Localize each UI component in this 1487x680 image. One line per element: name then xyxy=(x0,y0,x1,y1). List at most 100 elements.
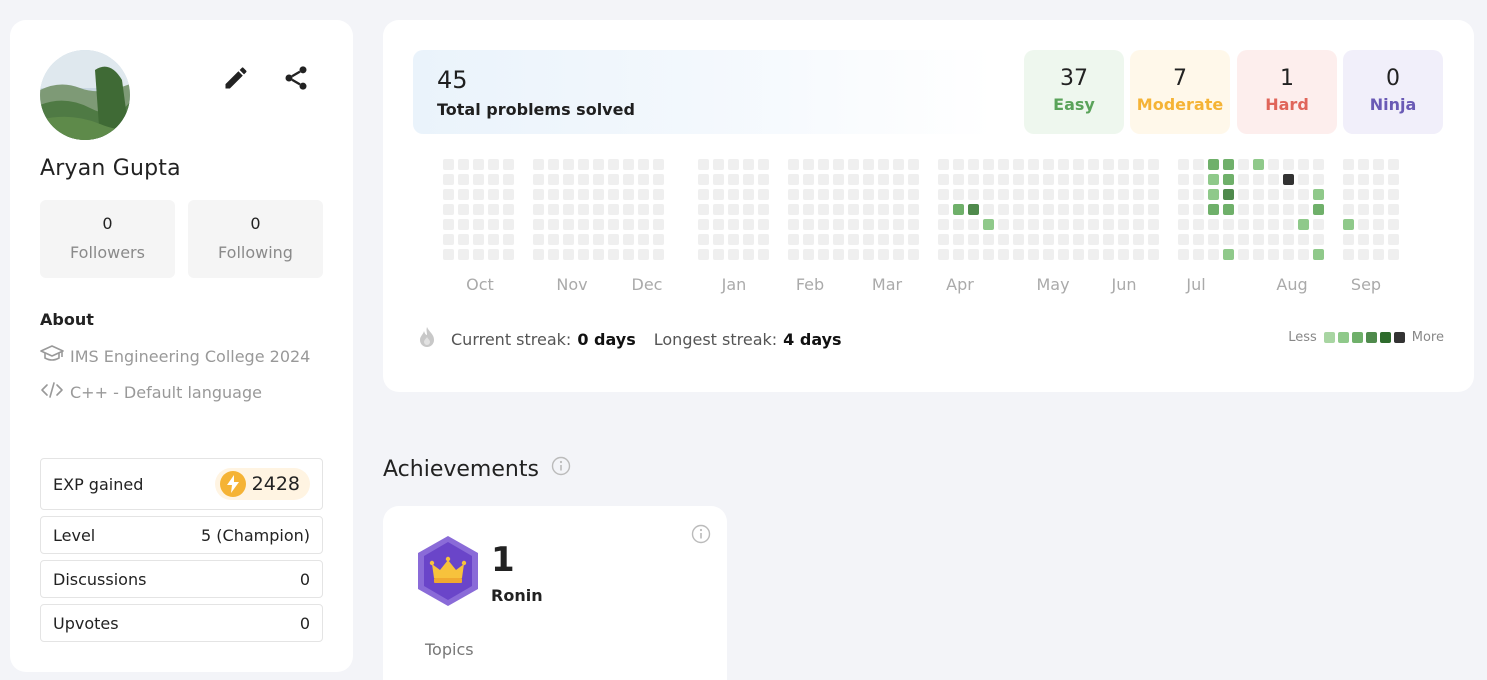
heatmap-cell[interactable] xyxy=(1298,204,1309,215)
heatmap-cell[interactable] xyxy=(1103,159,1114,170)
heatmap-cell[interactable] xyxy=(623,174,634,185)
heatmap-cell[interactable] xyxy=(1223,189,1234,200)
heatmap-cell[interactable] xyxy=(818,249,829,260)
heatmap-cell[interactable] xyxy=(818,204,829,215)
heatmap-cell[interactable] xyxy=(1253,159,1264,170)
heatmap-cell[interactable] xyxy=(908,219,919,230)
heatmap-cell[interactable] xyxy=(983,204,994,215)
heatmap-cell[interactable] xyxy=(713,249,724,260)
heatmap-cell[interactable] xyxy=(1283,174,1294,185)
heatmap-cell[interactable] xyxy=(623,204,634,215)
heatmap-cell[interactable] xyxy=(533,204,544,215)
heatmap-cell[interactable] xyxy=(503,249,514,260)
heatmap-cell[interactable] xyxy=(1028,174,1039,185)
heatmap-cell[interactable] xyxy=(1313,159,1324,170)
heatmap-cell[interactable] xyxy=(728,174,739,185)
heatmap-cell[interactable] xyxy=(728,249,739,260)
heatmap-cell[interactable] xyxy=(1178,174,1189,185)
heatmap-cell[interactable] xyxy=(803,234,814,245)
heatmap-cell[interactable] xyxy=(548,219,559,230)
heatmap-cell[interactable] xyxy=(488,174,499,185)
heatmap-cell[interactable] xyxy=(863,234,874,245)
heatmap-cell[interactable] xyxy=(833,204,844,215)
heatmap-cell[interactable] xyxy=(1193,159,1204,170)
heatmap-cell[interactable] xyxy=(608,234,619,245)
followers-box[interactable]: 0 Followers xyxy=(40,200,175,278)
heatmap-cell[interactable] xyxy=(1013,189,1024,200)
heatmap-cell[interactable] xyxy=(1358,159,1369,170)
heatmap-cell[interactable] xyxy=(983,219,994,230)
heatmap-cell[interactable] xyxy=(1013,174,1024,185)
heatmap-cell[interactable] xyxy=(608,249,619,260)
heatmap-cell[interactable] xyxy=(503,219,514,230)
heatmap-cell[interactable] xyxy=(1343,204,1354,215)
heatmap-cell[interactable] xyxy=(1208,159,1219,170)
heatmap-cell[interactable] xyxy=(938,234,949,245)
heatmap-cell[interactable] xyxy=(953,219,964,230)
heatmap-cell[interactable] xyxy=(878,159,889,170)
heatmap-cell[interactable] xyxy=(1058,189,1069,200)
heatmap-cell[interactable] xyxy=(458,249,469,260)
heatmap-cell[interactable] xyxy=(938,219,949,230)
heatmap-cell[interactable] xyxy=(563,189,574,200)
info-icon[interactable] xyxy=(691,524,711,548)
heatmap-cell[interactable] xyxy=(1223,219,1234,230)
heatmap-cell[interactable] xyxy=(1268,174,1279,185)
heatmap-cell[interactable] xyxy=(1238,174,1249,185)
heatmap-cell[interactable] xyxy=(743,204,754,215)
heatmap-cell[interactable] xyxy=(833,189,844,200)
heatmap-cell[interactable] xyxy=(548,189,559,200)
heatmap-cell[interactable] xyxy=(578,249,589,260)
heatmap-cell[interactable] xyxy=(548,204,559,215)
heatmap-cell[interactable] xyxy=(908,159,919,170)
heatmap-cell[interactable] xyxy=(1028,204,1039,215)
heatmap-cell[interactable] xyxy=(713,174,724,185)
heatmap-cell[interactable] xyxy=(848,159,859,170)
heatmap-cell[interactable] xyxy=(758,204,769,215)
heatmap-cell[interactable] xyxy=(1148,249,1159,260)
heatmap-cell[interactable] xyxy=(1238,249,1249,260)
heatmap-cell[interactable] xyxy=(968,219,979,230)
heatmap-cell[interactable] xyxy=(878,249,889,260)
heatmap-cell[interactable] xyxy=(938,189,949,200)
heatmap-cell[interactable] xyxy=(878,234,889,245)
heatmap-cell[interactable] xyxy=(593,204,604,215)
heatmap-cell[interactable] xyxy=(833,249,844,260)
heatmap-cell[interactable] xyxy=(863,174,874,185)
heatmap-cell[interactable] xyxy=(1208,249,1219,260)
heatmap-cell[interactable] xyxy=(1238,219,1249,230)
heatmap-cell[interactable] xyxy=(473,159,484,170)
heatmap-cell[interactable] xyxy=(983,234,994,245)
heatmap-cell[interactable] xyxy=(758,234,769,245)
heatmap-cell[interactable] xyxy=(1073,174,1084,185)
heatmap-cell[interactable] xyxy=(593,159,604,170)
heatmap-cell[interactable] xyxy=(1253,174,1264,185)
heatmap-cell[interactable] xyxy=(908,249,919,260)
heatmap-cell[interactable] xyxy=(968,174,979,185)
heatmap-cell[interactable] xyxy=(1058,204,1069,215)
heatmap-cell[interactable] xyxy=(758,159,769,170)
heatmap-cell[interactable] xyxy=(548,174,559,185)
heatmap-cell[interactable] xyxy=(998,159,1009,170)
heatmap-cell[interactable] xyxy=(893,174,904,185)
heatmap-cell[interactable] xyxy=(1358,234,1369,245)
heatmap-cell[interactable] xyxy=(1223,174,1234,185)
heatmap-cell[interactable] xyxy=(1343,219,1354,230)
heatmap-cell[interactable] xyxy=(488,219,499,230)
heatmap-cell[interactable] xyxy=(728,204,739,215)
heatmap-cell[interactable] xyxy=(1223,204,1234,215)
heatmap-cell[interactable] xyxy=(1118,189,1129,200)
heatmap-cell[interactable] xyxy=(1088,189,1099,200)
heatmap-cell[interactable] xyxy=(578,189,589,200)
heatmap-cell[interactable] xyxy=(1343,189,1354,200)
heatmap-cell[interactable] xyxy=(578,174,589,185)
heatmap-cell[interactable] xyxy=(1088,219,1099,230)
heatmap-cell[interactable] xyxy=(638,219,649,230)
heatmap-cell[interactable] xyxy=(953,249,964,260)
heatmap-cell[interactable] xyxy=(503,204,514,215)
heatmap-cell[interactable] xyxy=(848,204,859,215)
heatmap-cell[interactable] xyxy=(1178,234,1189,245)
heatmap-cell[interactable] xyxy=(1148,234,1159,245)
heatmap-cell[interactable] xyxy=(563,159,574,170)
heatmap-cell[interactable] xyxy=(713,159,724,170)
